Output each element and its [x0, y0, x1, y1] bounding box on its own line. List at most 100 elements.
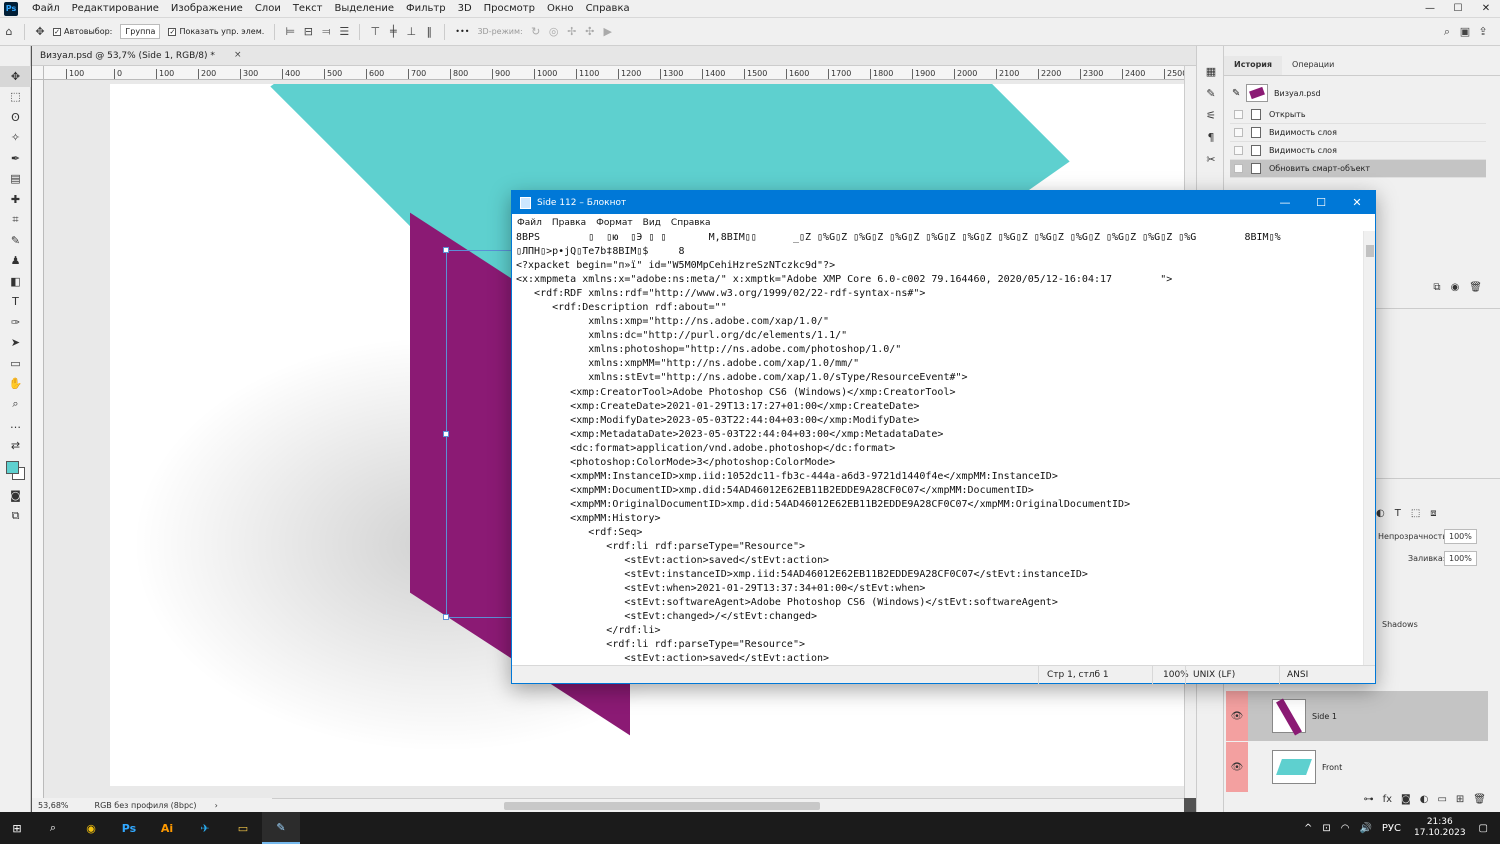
history-row[interactable]: Видимость слоя — [1230, 142, 1486, 160]
layer-row[interactable]: 👁 Side 1 — [1226, 691, 1488, 741]
hand-tool-icon[interactable]: ✋ — [0, 374, 31, 395]
notepad-text-area[interactable]: 8BPS ▯ ▯ю ▯Э ▯ ▯ M,8BIM▯▯ _▯Z ▯%G▯Z ▯%G▯… — [512, 231, 1363, 665]
menu-file[interactable]: Файл — [26, 3, 66, 14]
align-right-icon[interactable]: ⫤ — [317, 25, 335, 39]
history-checkbox[interactable] — [1234, 110, 1243, 119]
minimize-button[interactable]: — — [1416, 3, 1444, 14]
clock[interactable]: 21:36 17.10.2023 — [1414, 817, 1466, 839]
network-icon[interactable]: ⊡ — [1322, 823, 1330, 834]
search-icon[interactable]: ⌕ — [1438, 25, 1456, 39]
menu-select[interactable]: Выделение — [328, 3, 400, 14]
adjustments-panel-icon[interactable]: ⚟ — [1197, 104, 1225, 126]
align-center-icon[interactable]: ⊟ — [299, 25, 317, 38]
layer-name[interactable]: Front — [1322, 763, 1342, 772]
align-left-icon[interactable]: ⊨ — [281, 25, 299, 38]
mask-icon[interactable]: ◙ — [1401, 794, 1411, 810]
history-checkbox[interactable] — [1234, 164, 1243, 173]
notepad-menu-edit[interactable]: Правка — [547, 218, 591, 228]
align-middle-icon[interactable]: ╪ — [384, 25, 402, 38]
close-button[interactable]: ✕ — [1339, 196, 1375, 209]
move-tool-icon[interactable]: ✥ — [31, 25, 49, 38]
path-select-icon[interactable]: ➤ — [0, 333, 31, 354]
transform-handle[interactable] — [443, 614, 449, 620]
show-controls-checkbox[interactable]: ✓ Показать упр. элем. — [168, 27, 264, 36]
history-row[interactable]: Обновить смарт-объект — [1230, 160, 1486, 178]
notification-icon[interactable]: ▢ — [1479, 823, 1488, 834]
autoselect-mode-select[interactable]: Группа — [120, 24, 161, 39]
minimize-button[interactable]: — — [1267, 196, 1303, 209]
input-language[interactable]: РУС — [1382, 823, 1401, 834]
menu-help[interactable]: Справка — [580, 3, 636, 14]
stamp-tool-icon[interactable]: ♟ — [0, 251, 31, 272]
gradient-tool-icon[interactable]: ▤ — [0, 169, 31, 190]
new-document-icon[interactable]: ⧉ — [1433, 282, 1440, 293]
zoom-tool-icon[interactable]: ⌕ — [0, 394, 31, 415]
brush-panel-icon[interactable]: ✎ — [1197, 82, 1225, 104]
notepad-menu-format[interactable]: Формат — [591, 218, 638, 228]
quick-mask-icon[interactable]: ◙ — [0, 486, 31, 507]
swap-colors-icon[interactable]: ⇄ — [0, 435, 31, 456]
trash-icon[interactable]: 🗑 — [1469, 282, 1482, 293]
tab-actions[interactable]: Операции — [1282, 56, 1344, 75]
info-panel-icon[interactable]: ▦ — [1197, 60, 1225, 82]
align-top-icon[interactable]: ⊤ — [366, 25, 384, 38]
menu-text[interactable]: Текст — [287, 3, 329, 14]
chrome-icon[interactable]: ◉ — [72, 812, 110, 844]
close-button[interactable]: ✕ — [1472, 3, 1500, 14]
screen-mode-icon[interactable]: ⧉ — [0, 506, 31, 527]
volume-icon[interactable]: 🔊 — [1359, 823, 1371, 834]
scroll-thumb[interactable] — [1366, 245, 1374, 257]
notepad-vertical-scrollbar[interactable] — [1363, 231, 1375, 665]
magic-wand-icon[interactable]: ✧ — [0, 128, 31, 149]
eraser-tool-icon[interactable]: ◧ — [0, 271, 31, 292]
document-tab[interactable]: Визуал.psd @ 53,7% (Side 1, RGB/8) * × — [32, 46, 1196, 66]
camera-icon[interactable]: ◉ — [1451, 282, 1460, 293]
telegram-icon[interactable]: ✈ — [186, 812, 224, 844]
eye-icon[interactable]: 👁 — [1226, 742, 1248, 792]
pan-3d-icon[interactable]: ✢ — [563, 25, 581, 38]
fx-icon[interactable]: fx — [1383, 794, 1392, 810]
transform-handle[interactable] — [443, 431, 449, 437]
menu-layers[interactable]: Слои — [249, 3, 287, 14]
brush-tool-icon[interactable]: ✎ — [0, 230, 31, 251]
adjustment-icon[interactable]: ◐ — [1420, 794, 1429, 810]
chevron-up-icon[interactable]: ^ — [1304, 823, 1312, 834]
lasso-tool-icon[interactable]: ʘ — [0, 107, 31, 128]
notepad-window[interactable]: Side 112 – Блокнот — ☐ ✕ Файл Правка Фор… — [511, 190, 1376, 684]
eyedropper-icon[interactable]: ✒ — [0, 148, 31, 169]
type-tool-icon[interactable]: T — [0, 292, 31, 313]
menu-filter[interactable]: Фильтр — [400, 3, 452, 14]
share-icon[interactable]: ⇪ — [1474, 25, 1492, 38]
menu-edit[interactable]: Редактирование — [66, 3, 165, 14]
tab-history[interactable]: История — [1224, 56, 1283, 75]
paragraph-panel-icon[interactable]: ¶ — [1197, 126, 1225, 148]
smartobject-filter-icon[interactable]: ⧈ — [1430, 508, 1436, 519]
illustrator-icon[interactable]: Ai — [148, 812, 186, 844]
shape-filter-icon[interactable]: ⬚ — [1411, 508, 1420, 519]
adjustment-filter-icon[interactable]: ◐ — [1376, 508, 1385, 519]
photoshop-icon[interactable]: Ps — [110, 812, 148, 844]
link-icon[interactable]: ⊶ — [1364, 794, 1374, 810]
foreground-color-swatch[interactable] — [5, 460, 19, 474]
maximize-button[interactable]: ☐ — [1303, 196, 1339, 209]
notepad-menu-help[interactable]: Справка — [666, 218, 716, 228]
roll-3d-icon[interactable]: ◎ — [545, 25, 563, 38]
crop-tool-icon[interactable]: ⌗ — [0, 210, 31, 231]
pen-tool-icon[interactable]: ✑ — [0, 312, 31, 333]
marquee-tool-icon[interactable]: ⬚ — [0, 87, 31, 108]
history-checkbox[interactable] — [1234, 128, 1243, 137]
rectangle-tool-icon[interactable]: ▭ — [0, 353, 31, 374]
color-swatches[interactable] — [0, 456, 31, 486]
type-filter-icon[interactable]: T — [1395, 508, 1401, 519]
orbit-3d-icon[interactable]: ↻ — [527, 25, 545, 38]
opacity-input[interactable]: 100% — [1444, 529, 1477, 544]
file-explorer-icon[interactable]: ▭ — [224, 812, 262, 844]
notepad-taskbar-icon[interactable]: ✎ — [262, 812, 300, 844]
fill-input[interactable]: 100% — [1444, 551, 1477, 566]
history-snapshot[interactable]: ✎ Визуал.psd — [1230, 82, 1494, 104]
wifi-icon[interactable]: ◠ — [1341, 823, 1350, 834]
move-tool-icon[interactable]: ✥ — [0, 66, 31, 87]
notepad-menu-file[interactable]: Файл — [512, 218, 547, 228]
menu-3d[interactable]: 3D — [452, 3, 478, 14]
camera-3d-icon[interactable]: ▶ — [599, 25, 617, 38]
